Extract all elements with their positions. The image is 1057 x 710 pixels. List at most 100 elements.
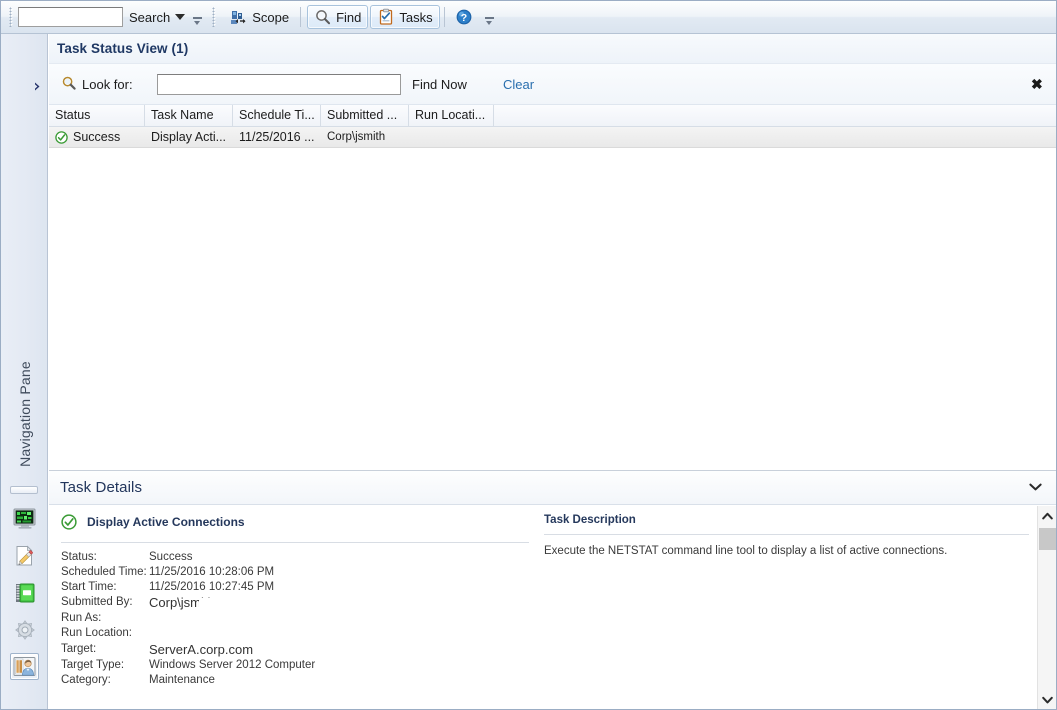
chevron-down-icon [1042,696,1053,704]
toolbar-separator-1 [300,7,302,27]
cell-schedule-time: 11/25/2016 ... [239,130,315,144]
scom-console-window: Search Scope Find Tasks ? Navigation Pan… [0,0,1057,710]
column-header-run-location[interactable]: Run Locati... [409,105,494,126]
task-details-collapse-button[interactable] [1029,483,1042,492]
column-header-schedule-time[interactable]: Schedule Ti... [233,105,321,126]
task-description-text: Execute the NETSTAT command line tool to… [544,545,948,557]
task-details-header: Task Details [49,471,1056,505]
cell-task-name: Display Acti... [151,130,227,144]
scrollbar-down-button[interactable] [1038,690,1056,709]
grid-empty-area [49,149,1056,470]
search-label: Search [129,9,171,25]
look-for-label: Look for: [82,77,133,92]
task-details-task-name: Display Active Connections [87,515,245,529]
success-check-icon [61,514,77,530]
task-description-title: Task Description [544,514,636,526]
task-details-panel: Task Details Display Active Connections … [49,470,1056,709]
field-target-key: Target: [61,643,97,655]
column-header-filler[interactable] [494,105,1056,126]
clipboard-icon [377,8,395,26]
scope-button[interactable]: Scope [223,5,296,29]
task-details-task-header: Display Active Connections [61,514,245,530]
table-row[interactable]: Success Display Acti... 11/25/2016 ... C… [49,127,1056,148]
task-details-right-pane: Task Description Execute the NETSTAT com… [544,506,1036,709]
field-run-as-key: Run As: [61,612,102,624]
find-button-label: Find [336,9,362,25]
field-category-value: Maintenance [149,674,215,686]
field-scheduled-time-key: Scheduled Time: [61,566,147,578]
task-details-left-pane: Display Active Connections Status: Succe… [49,506,541,709]
column-header-status[interactable]: Status [49,105,145,126]
scope-button-label: Scope [252,9,290,25]
gear-icon [11,616,39,644]
find-now-button[interactable]: Find Now [412,77,467,92]
toolbar-separator-2 [443,7,445,27]
navigation-pane-icon-list [1,500,48,685]
field-category-key: Category: [61,674,111,686]
chevron-right-icon [34,82,39,90]
sidebar-item-my-workspace[interactable] [1,648,48,685]
field-start-time-value: 11/25/2016 10:27:45 PM [149,581,275,593]
monitoring-icon [10,505,40,532]
navigation-pane-expander[interactable] [29,78,45,94]
success-check-icon [55,130,68,144]
field-submitted-by-key: Submitted By: [61,596,133,608]
page-title: Task Status View (1) [57,41,189,56]
grid-header-row: Status Task Name Schedule Ti... Submitte… [49,105,1056,127]
cell-status-text: Success [73,130,121,144]
column-header-submitted-by[interactable]: Submitted ... [321,105,409,126]
task-description-divider [544,534,1029,535]
cell-submitted-by: Corp\jsmith [327,131,386,143]
reporting-book-icon [11,579,39,607]
column-header-task-name[interactable]: Task Name [145,105,233,126]
my-workspace-person-icon [10,653,39,680]
view-header: Task Status View (1) [49,34,1056,64]
clear-button[interactable]: Clear [503,77,534,92]
scrollbar-up-button[interactable] [1038,506,1056,526]
navigation-pane-resize-handle[interactable] [10,486,38,494]
magnifier-icon [61,75,77,91]
field-run-location-key: Run Location: [61,627,132,639]
field-target-type-value: Windows Server 2012 Computer [149,659,316,671]
field-status-value: Success [149,551,193,563]
close-icon[interactable]: ✖ [1031,77,1043,91]
field-target-type-key: Target Type: [61,659,125,671]
help-circle-icon: ? [455,8,473,26]
scrollbar-thumb[interactable] [1039,528,1056,550]
toolbar-grip-2[interactable] [212,7,218,27]
task-details-title: Task Details [60,479,143,496]
chevron-up-icon [1042,512,1053,520]
sidebar-item-administration[interactable] [1,611,48,648]
toolbar-overflow-icon-2[interactable] [484,16,494,26]
find-button[interactable]: Find [307,5,369,29]
authoring-pencil-icon [11,542,39,570]
sidebar-item-monitoring[interactable] [1,500,48,537]
task-status-grid: Status Task Name Schedule Ti... Submitte… [49,105,1056,470]
field-status-key: Status: [61,551,97,563]
tasks-button-label: Tasks [399,9,433,25]
help-button[interactable]: ? [451,5,477,29]
search-input[interactable] [18,7,123,27]
field-target-value: ServerA.corp.com [149,642,254,657]
field-start-time-key: Start Time: [61,581,117,593]
task-details-divider [61,542,529,543]
sidebar-item-authoring[interactable] [1,537,48,574]
navigation-pane-label: Navigation Pane [16,361,33,467]
navigation-pane-strip: Navigation Pane [1,34,48,709]
task-details-scrollbar[interactable] [1037,506,1056,709]
main-toolbar: Search Scope Find Tasks ? [1,1,1056,34]
submitted-by-highlight-box [199,598,271,616]
cell-status: Success [49,130,145,144]
main-content-area: Task Status View (1) Look for: Find Now … [49,34,1056,709]
toolbar-grip[interactable] [9,7,14,27]
chevron-down-icon [1029,483,1042,491]
sidebar-item-reporting[interactable] [1,574,48,611]
tasks-button[interactable]: Tasks [370,5,440,29]
grid-rows: Success Display Acti... 11/25/2016 ... C… [49,127,1056,148]
svg-text:?: ? [460,12,466,24]
field-scheduled-time-value: 11/25/2016 10:28:06 PM [149,566,275,578]
look-for-input[interactable] [157,74,401,95]
search-dropdown-icon[interactable] [175,14,186,20]
toolbar-overflow-icon[interactable] [193,16,203,26]
task-details-body: Display Active Connections Status: Succe… [49,506,1036,709]
